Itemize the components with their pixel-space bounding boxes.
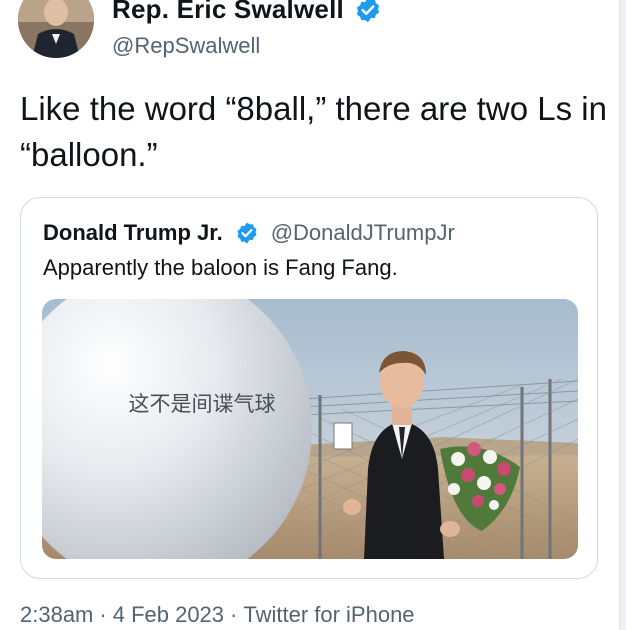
tweet-date[interactable]: 4 Feb 2023	[113, 602, 224, 627]
author-avatar[interactable]	[18, 0, 94, 58]
separator: ·	[99, 602, 107, 627]
quoted-tweet-card[interactable]: Donald Trump Jr. @DonaldJTrumpJr Apparen…	[20, 197, 598, 579]
tweet-metadata: 2:38am · 4 Feb 2023 · Twitter for iPhone	[20, 602, 415, 628]
tweet-text: Like the word “8ball,” there are two Ls …	[20, 90, 607, 173]
author-handle[interactable]: @RepSwalwell	[112, 33, 260, 59]
author-name[interactable]: Rep. Eric Swalwell	[112, 0, 344, 25]
scrollbar-edge	[619, 0, 626, 630]
tweet-time[interactable]: 2:38am	[20, 602, 93, 627]
quoted-tweet-header: Donald Trump Jr. @DonaldJTrumpJr	[43, 220, 455, 246]
verified-badge-icon	[235, 221, 259, 245]
quoted-author-name: Donald Trump Jr.	[43, 220, 223, 245]
verified-badge-icon	[354, 0, 382, 24]
author-name-row[interactable]: Rep. Eric Swalwell	[112, 0, 382, 25]
quoted-tweet-image[interactable]: 这不是间谍气球	[42, 299, 578, 559]
quoted-author-handle: @DonaldJTrumpJr	[270, 220, 455, 245]
quoted-tweet-text: Apparently the baloon is Fang Fang.	[43, 255, 398, 280]
separator: ·	[230, 602, 238, 627]
tweet-detail: Rep. Eric Swalwell @RepSwalwell Like the…	[0, 0, 626, 630]
tweet-source[interactable]: Twitter for iPhone	[243, 602, 414, 627]
balloon-caption: 这不是间谍气球	[129, 392, 276, 416]
